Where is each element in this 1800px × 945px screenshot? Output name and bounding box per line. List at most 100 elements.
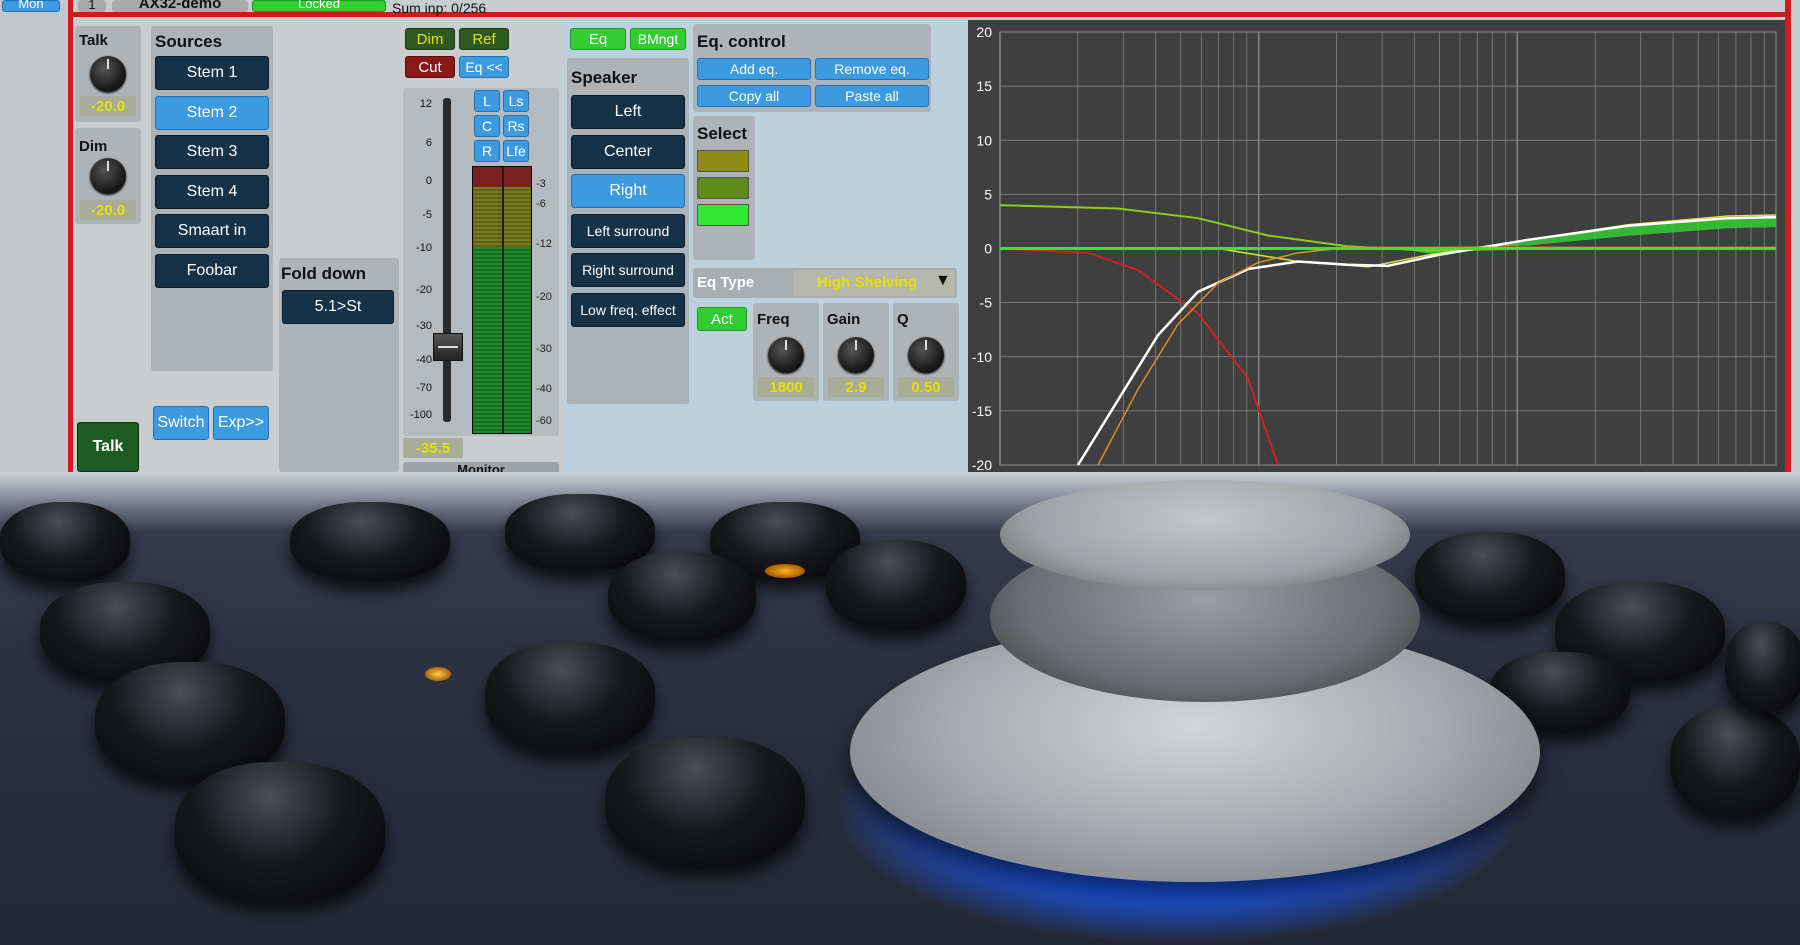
hardware-knob (608, 552, 756, 642)
q-label: Q (897, 311, 909, 328)
dim-panel: Dim -20.0 (75, 128, 141, 224)
eq-select-swatch-3[interactable] (697, 204, 749, 226)
paste-all-button[interactable]: Paste all (815, 85, 929, 107)
cut-toggle[interactable]: Cut (405, 56, 455, 78)
led-indicator (765, 564, 805, 578)
gain-value: 2.9 (828, 377, 884, 397)
source-item[interactable]: Stem 1 (155, 56, 269, 90)
eq-response-graph[interactable]: 20 15 10 5 0 -5 -10 -15 -20 (968, 20, 1785, 472)
eq-select-swatch-1[interactable] (697, 150, 749, 172)
speaker-item[interactable]: Low freq. effect (571, 292, 685, 327)
fader-scale-label: -5 (422, 209, 432, 221)
sources-title: Sources (155, 32, 223, 51)
talk-button[interactable]: Talk (77, 422, 139, 472)
source-item[interactable]: Foobar (155, 253, 269, 288)
channel-button[interactable]: C (474, 115, 500, 137)
hardware-knob (1725, 622, 1800, 712)
talk-title: Talk (79, 32, 108, 49)
locked-badge[interactable]: Locked (252, 0, 386, 12)
y-tick-label: -15 (972, 403, 992, 419)
meter-scale-label: -12 (536, 238, 552, 250)
chevron-down-icon: ▼ (935, 272, 951, 289)
eq-collapse-button[interactable]: Eq << (459, 56, 509, 78)
fader-scale-label: 0 (425, 175, 432, 187)
mon-button[interactable]: Mon (2, 0, 60, 12)
source-item[interactable]: Smaart in (155, 214, 269, 248)
q-panel: Q 0.50 (893, 303, 959, 401)
channel-button[interactable]: R (474, 140, 500, 162)
eq-type-dropdown[interactable]: High Shelving ▼ (793, 270, 955, 296)
speaker-item[interactable]: Right surround (571, 253, 685, 287)
meter-scale-label: -3 (536, 178, 546, 190)
red-border-top (68, 12, 1791, 17)
y-tick-label: -20 (972, 457, 992, 472)
source-item[interactable]: Stem 3 (155, 135, 269, 169)
eq-type-label: Eq Type (697, 274, 755, 291)
hardware-knob (290, 502, 450, 582)
source-item[interactable]: Stem 4 (155, 174, 269, 209)
eq-response-svg: 20 15 10 5 0 -5 -10 -15 -20 (972, 24, 1777, 472)
speaker-item[interactable]: Right (571, 174, 685, 208)
led-indicator (425, 667, 451, 681)
speaker-title: Speaker (571, 68, 638, 87)
fader-handle[interactable] (433, 332, 463, 361)
fader-scale-label: -20 (416, 284, 432, 296)
bmngt-tab[interactable]: BMngt (630, 28, 686, 50)
talk-level-knob[interactable] (90, 56, 126, 92)
freq-panel: Freq 1800 (753, 303, 819, 401)
monitor-controller-ui: Mon 1 AX32-demo Locked Sum inp: 0/256 Ta… (0, 0, 1800, 472)
speaker-item[interactable]: Left surround (571, 213, 685, 248)
speaker-item[interactable]: Left (571, 95, 685, 129)
fader-track (443, 98, 451, 422)
remove-eq-button[interactable]: Remove eq. (815, 58, 929, 80)
eq-select-swatch-2[interactable] (697, 177, 749, 199)
sum-input-status: Sum inp: 0/256 (392, 0, 487, 16)
fader-scale-label: -40 (416, 354, 432, 366)
dim-level-value: -20.0 (80, 200, 136, 220)
select-title: Select (697, 124, 748, 143)
copy-all-button[interactable]: Copy all (697, 85, 811, 107)
eq-control-title: Eq. control (697, 32, 786, 51)
channel-button[interactable]: Rs (503, 115, 529, 137)
fader-scale-label: 6 (425, 137, 432, 149)
gain-panel: Gain 2.9 (823, 303, 889, 401)
fader-scale-label: -70 (416, 382, 432, 394)
left-strip (0, 0, 68, 472)
fold-down-button[interactable]: 5.1>St (282, 290, 394, 324)
meter-scale-label: -60 (536, 415, 552, 427)
channel-button[interactable]: Ls (503, 90, 529, 112)
hardware-knob (1415, 532, 1565, 622)
device-name: AX32-demo (112, 0, 248, 12)
hardware-controller-photo (0, 472, 1800, 945)
speaker-item[interactable]: Center (571, 134, 685, 169)
fader-scale-label: -30 (416, 320, 432, 332)
hardware-knob (0, 502, 130, 582)
source-item[interactable]: Stem 2 (155, 95, 269, 130)
q-knob[interactable] (908, 337, 944, 373)
meter-scale-label: -30 (536, 343, 552, 355)
y-tick-label: 15 (976, 78, 992, 94)
exp-button[interactable]: Exp>> (213, 406, 269, 440)
y-tick-label: -5 (980, 295, 993, 311)
freq-label: Freq (757, 311, 790, 328)
dim-toggle[interactable]: Dim (405, 28, 455, 50)
eq-type-value: High Shelving (817, 274, 918, 291)
add-eq-button[interactable]: Add eq. (697, 58, 811, 80)
hardware-knob (1670, 707, 1800, 817)
freq-knob[interactable] (768, 337, 804, 373)
gain-knob[interactable] (838, 337, 874, 373)
switch-button[interactable]: Switch (153, 406, 209, 440)
hardware-knob (826, 540, 966, 630)
y-tick-label: 20 (976, 24, 992, 40)
channel-button[interactable]: Lfe (503, 140, 529, 162)
dim-level-knob[interactable] (90, 158, 126, 194)
act-toggle[interactable]: Act (697, 307, 747, 331)
monitor-label: Monitor (403, 462, 559, 472)
ref-toggle[interactable]: Ref (459, 28, 509, 50)
talk-panel: Talk -20.0 (75, 26, 141, 122)
freq-value: 1800 (758, 377, 814, 397)
eq-tab[interactable]: Eq (570, 28, 626, 50)
meter-scale-label: -40 (536, 383, 552, 395)
dim-title: Dim (79, 138, 108, 155)
channel-button[interactable]: L (474, 90, 500, 112)
